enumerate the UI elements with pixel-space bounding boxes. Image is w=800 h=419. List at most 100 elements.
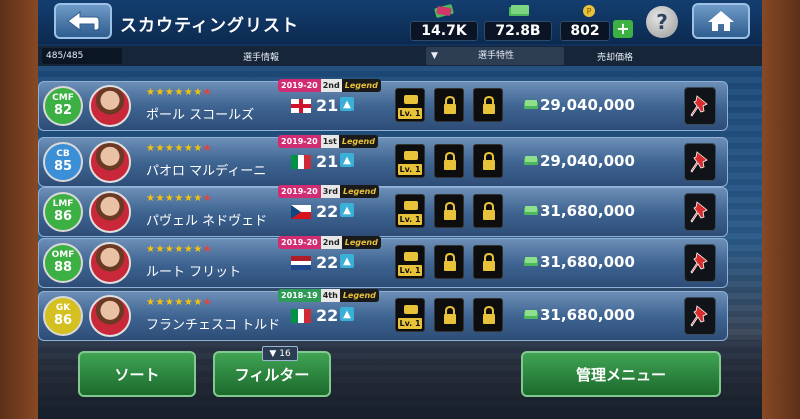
legend-label: Legend bbox=[341, 79, 381, 92]
pushpin-icon bbox=[690, 201, 708, 223]
sort-button[interactable]: ソート bbox=[78, 351, 196, 397]
player-age: 22 bbox=[316, 306, 339, 325]
trait-slot-level[interactable]: Lv. 1 bbox=[395, 245, 425, 279]
player-row[interactable]: GK 86 ★★★★★★★ フランチェスコ トルド 2018-19 4th Le… bbox=[38, 289, 728, 341]
italy-flag-icon bbox=[291, 309, 311, 323]
overall-rating: 82 bbox=[53, 102, 73, 118]
manage-menu-button[interactable]: 管理メニュー bbox=[521, 351, 721, 397]
back-button[interactable] bbox=[54, 3, 112, 39]
pushpin-icon bbox=[690, 151, 708, 173]
trait-slot-locked[interactable] bbox=[473, 298, 503, 332]
pushpin-icon bbox=[690, 252, 708, 274]
rank-label: 2nd bbox=[320, 79, 342, 92]
money-icon bbox=[524, 310, 538, 319]
trait-slot-level[interactable]: Lv. 1 bbox=[395, 88, 425, 122]
gp-icon bbox=[434, 4, 454, 18]
trait-slot-level[interactable]: Lv. 1 bbox=[395, 144, 425, 178]
legend-tag: 2019-20 2nd Legend bbox=[278, 236, 381, 249]
coins-value: 72.8B bbox=[484, 21, 552, 41]
legend-tag: 2019-20 3rd Legend bbox=[278, 185, 380, 198]
trait-slot-locked[interactable] bbox=[473, 194, 503, 228]
player-age: 22 bbox=[316, 253, 339, 272]
help-button[interactable]: ? bbox=[646, 6, 678, 38]
column-header-bar: 485/485 選手情報 ▼ 選手特性 売却価格 bbox=[38, 46, 762, 66]
trait-slot-locked[interactable] bbox=[434, 245, 464, 279]
legend-tag: 2019-20 1st Legend bbox=[278, 135, 378, 148]
money-stack-icon bbox=[509, 5, 529, 16]
pushpin-icon bbox=[690, 95, 708, 117]
england-flag-icon bbox=[291, 99, 311, 113]
trait-level-label: Lv. 1 bbox=[398, 265, 422, 276]
points-value: 802 bbox=[560, 21, 610, 41]
legend-label: Legend bbox=[339, 289, 379, 302]
position-badge: GK 86 bbox=[43, 296, 83, 336]
position-badge: CMF 82 bbox=[43, 86, 83, 126]
trend-up-icon: ▲ bbox=[340, 254, 354, 268]
gp-value: 14.7K bbox=[410, 21, 478, 41]
lock-icon bbox=[444, 252, 456, 271]
trait-slot-locked[interactable] bbox=[434, 194, 464, 228]
home-icon bbox=[708, 11, 734, 31]
trait-slot-locked[interactable] bbox=[473, 88, 503, 122]
pushpin-icon bbox=[690, 305, 708, 327]
player-row[interactable]: OMF 88 ★★★★★★★ ルート フリット 2019-20 2nd Lege… bbox=[38, 236, 728, 288]
player-age: 21 bbox=[316, 96, 339, 115]
trait-level-label: Lv. 1 bbox=[398, 318, 422, 329]
coin-icon: P bbox=[583, 5, 595, 17]
sale-price: 31,680,000 bbox=[540, 202, 635, 220]
trait-level-label: Lv. 1 bbox=[398, 214, 422, 225]
rarity-stars: ★★★★★★★ bbox=[146, 244, 213, 255]
rank-label: 2nd bbox=[320, 236, 342, 249]
lock-icon bbox=[483, 95, 495, 114]
filter-funnel-icon: ▼ bbox=[269, 348, 277, 359]
trait-slot-locked[interactable] bbox=[434, 88, 464, 122]
legend-tag: 2019-20 2nd Legend bbox=[278, 79, 381, 92]
pin-button[interactable] bbox=[684, 244, 716, 282]
svg-text:P: P bbox=[587, 7, 592, 16]
pin-button[interactable] bbox=[684, 143, 716, 181]
position-badge: LMF 86 bbox=[43, 192, 83, 232]
lock-icon bbox=[444, 201, 456, 220]
trait-slot-locked[interactable] bbox=[473, 144, 503, 178]
lock-icon bbox=[444, 151, 456, 170]
trait-slot-locked[interactable] bbox=[473, 245, 503, 279]
player-avatar bbox=[89, 242, 131, 284]
trait-slot-locked[interactable] bbox=[434, 144, 464, 178]
pin-button[interactable] bbox=[684, 193, 716, 231]
player-avatar bbox=[89, 295, 131, 337]
overall-rating: 86 bbox=[53, 208, 73, 224]
trait-icon bbox=[404, 151, 418, 160]
trait-icon bbox=[404, 201, 418, 210]
rank-label: 1st bbox=[320, 135, 339, 148]
pin-button[interactable] bbox=[684, 87, 716, 125]
sale-price: 29,040,000 bbox=[540, 96, 635, 114]
money-icon bbox=[524, 206, 538, 215]
player-age: 22 bbox=[316, 202, 339, 221]
column-traits-sort[interactable]: ▼ 選手特性 bbox=[426, 47, 564, 65]
rarity-stars: ★★★★★★★ bbox=[146, 193, 213, 204]
player-name: フランチェスコ トルド bbox=[146, 318, 281, 333]
rank-label: 4th bbox=[320, 289, 340, 302]
trait-slot-level[interactable]: Lv. 1 bbox=[395, 298, 425, 332]
pin-button[interactable] bbox=[684, 297, 716, 335]
italy-flag-icon bbox=[291, 155, 311, 169]
czech-flag-icon bbox=[291, 205, 311, 219]
trait-icon bbox=[404, 95, 418, 104]
money-icon bbox=[524, 156, 538, 165]
column-traits-label: 選手特性 bbox=[478, 51, 515, 61]
add-points-button[interactable]: + bbox=[613, 20, 633, 38]
player-name: ポール スコールズ bbox=[146, 108, 255, 123]
legend-tag: 2018-19 4th Legend bbox=[278, 289, 379, 302]
overall-rating: 86 bbox=[53, 312, 73, 328]
player-row[interactable]: CB 85 ★★★★★★★ パオロ マルディーニ 2019-20 1st Leg… bbox=[38, 135, 728, 187]
home-button[interactable] bbox=[692, 3, 750, 39]
player-row[interactable]: LMF 86 ★★★★★★★ パヴェル ネドヴェド 2019-20 3rd Le… bbox=[38, 185, 728, 237]
player-avatar bbox=[89, 191, 131, 233]
player-name: ルート フリット bbox=[146, 265, 242, 280]
trait-slot-level[interactable]: Lv. 1 bbox=[395, 194, 425, 228]
player-age: 21 bbox=[316, 152, 339, 171]
player-avatar bbox=[89, 141, 131, 183]
trait-slot-locked[interactable] bbox=[434, 298, 464, 332]
rank-label: 3rd bbox=[320, 185, 340, 198]
player-row[interactable]: CMF 82 ★★★★★★★ ポール スコールズ 2019-20 2nd Leg… bbox=[38, 79, 728, 131]
